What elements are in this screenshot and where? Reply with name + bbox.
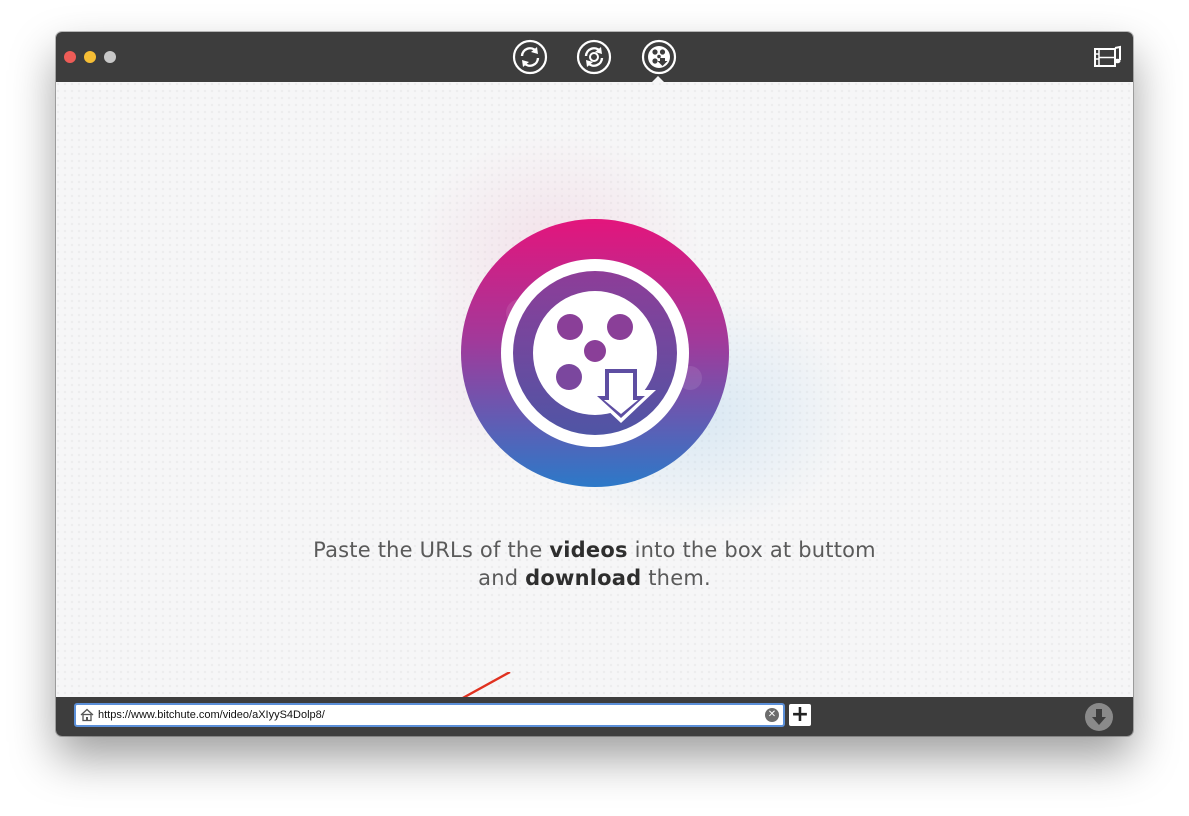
convert-dvd-tool-button[interactable] xyxy=(576,39,612,75)
main-content: Paste the URLs of the videos into the bo… xyxy=(56,82,1133,736)
line1-pre: Paste the URLs of the xyxy=(313,538,550,562)
line2-post: them. xyxy=(641,566,711,590)
convert-icon xyxy=(512,39,548,75)
media-browser-button[interactable] xyxy=(1093,45,1123,71)
home-icon xyxy=(80,708,94,722)
titlebar xyxy=(56,32,1133,82)
line1-bold: videos xyxy=(549,538,628,562)
add-url-button[interactable]: + xyxy=(789,704,811,726)
app-window: Paste the URLs of the videos into the bo… xyxy=(56,32,1133,736)
line2-pre: and xyxy=(478,566,526,590)
convert-dvd-icon xyxy=(576,39,612,75)
download-button[interactable] xyxy=(1085,703,1113,731)
convert-tool-button[interactable] xyxy=(512,39,548,75)
bottom-bar: ✕ + xyxy=(56,697,1133,736)
video-download-icon xyxy=(641,39,677,75)
line2-bold: download xyxy=(525,566,642,590)
line1-post: into the box at buttom xyxy=(627,538,876,562)
media-browser-icon xyxy=(1094,45,1121,67)
url-field[interactable]: ✕ xyxy=(74,703,785,727)
zoom-window-button[interactable] xyxy=(104,51,116,63)
url-input[interactable] xyxy=(98,706,758,724)
clear-icon[interactable]: ✕ xyxy=(765,708,779,722)
close-window-button[interactable] xyxy=(64,51,76,63)
film-reel-download-icon xyxy=(461,219,729,487)
video-download-tool-button[interactable] xyxy=(641,39,677,75)
minimize-window-button[interactable] xyxy=(84,51,96,63)
download-arrow-icon xyxy=(1092,709,1106,725)
instruction-line-2: and download them. xyxy=(56,564,1133,592)
instruction-line-1: Paste the URLs of the videos into the bo… xyxy=(56,536,1133,564)
instruction-text: Paste the URLs of the videos into the bo… xyxy=(56,536,1133,592)
